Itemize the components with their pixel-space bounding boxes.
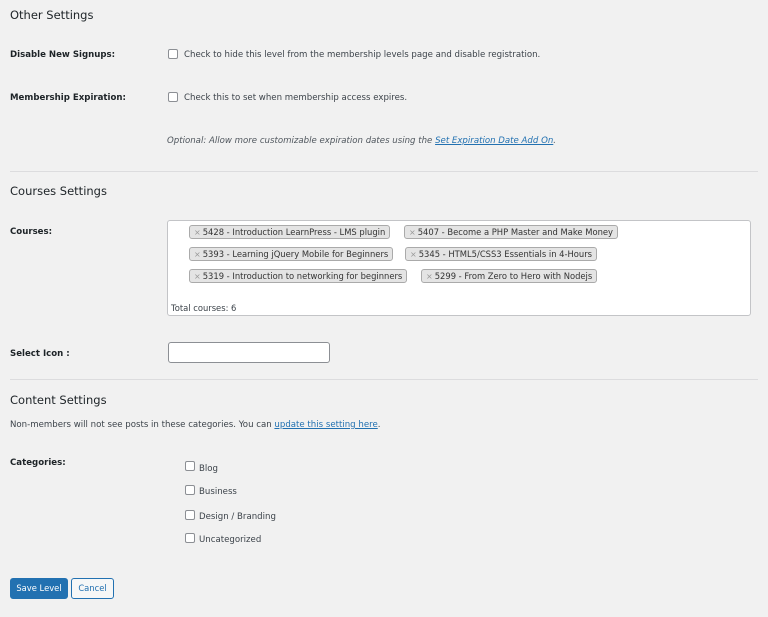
- disable-signups-label: Disable New Signups:: [10, 50, 116, 60]
- save-level-button[interactable]: Save Level: [10, 578, 68, 599]
- course-tag-label: 5393 - Learning jQuery Mobile for Beginn…: [202, 249, 389, 259]
- course-tag-label: 5299 - From Zero to Hero with Nodejs: [434, 271, 593, 281]
- select-icon-input[interactable]: [168, 342, 330, 363]
- category-checkbox-uncategorized[interactable]: [185, 533, 195, 543]
- category-checkbox-business[interactable]: [185, 485, 195, 495]
- courses-settings-heading: Courses Settings: [10, 184, 107, 198]
- membership-expiration-label: Membership Expiration:: [10, 93, 126, 103]
- optional-note-suffix: .: [553, 136, 557, 146]
- course-tag[interactable]: × 5299 - From Zero to Hero with Nodejs: [421, 269, 598, 283]
- membership-expiration-description: Check this to set when membership access…: [184, 93, 408, 103]
- course-tag-label: 5428 - Introduction LearnPress - LMS plu…: [202, 227, 386, 237]
- remove-tag-icon[interactable]: ×: [194, 250, 201, 259]
- category-label-uncategorized: Uncategorized: [199, 535, 262, 545]
- disable-signups-checkbox[interactable]: [168, 49, 178, 59]
- category-checkbox-design-branding[interactable]: [185, 510, 195, 520]
- course-tag[interactable]: × 5393 - Learning jQuery Mobile for Begin…: [189, 247, 394, 261]
- course-tag[interactable]: × 5319 - Introduction to networking for b…: [189, 269, 408, 283]
- total-courses: Total courses: 6: [171, 303, 237, 313]
- category-label-blog: Blog: [199, 464, 218, 474]
- category-label-design-branding: Design / Branding: [199, 512, 276, 522]
- set-expiration-addon-link[interactable]: Set Expiration Date Add On: [435, 136, 553, 146]
- categories-label: Categories:: [10, 458, 66, 468]
- cancel-button[interactable]: Cancel: [71, 578, 114, 599]
- category-checkbox-blog[interactable]: [185, 461, 195, 471]
- content-settings-note: Non-members will not see posts in these …: [10, 420, 380, 430]
- category-label-business: Business: [199, 487, 237, 497]
- membership-expiration-checkbox[interactable]: [168, 92, 178, 102]
- remove-tag-icon[interactable]: ×: [426, 272, 433, 281]
- optional-note-prefix: Optional: Allow more customizable expira…: [167, 136, 436, 146]
- course-tag-label: 5345 - HTML5/CSS3 Essentials in 4-Hours: [418, 249, 593, 259]
- remove-tag-icon[interactable]: ×: [410, 250, 417, 259]
- section-divider: [10, 171, 758, 172]
- remove-tag-icon[interactable]: ×: [409, 228, 416, 237]
- remove-tag-icon[interactable]: ×: [194, 228, 201, 237]
- course-tag[interactable]: × 5428 - Introduction LearnPress - LMS pl…: [189, 225, 391, 239]
- remove-tag-icon[interactable]: ×: [194, 272, 201, 281]
- content-settings-heading: Content Settings: [10, 393, 107, 407]
- course-tag-label: 5407 - Become a PHP Master and Make Mone…: [417, 227, 613, 237]
- other-settings-heading: Other Settings: [10, 8, 94, 22]
- course-tag[interactable]: × 5345 - HTML5/CSS3 Essentials in 4-Hours: [405, 247, 598, 261]
- update-setting-link[interactable]: update this setting here: [274, 420, 377, 430]
- courses-label: Courses:: [10, 227, 53, 237]
- note-suffix: .: [377, 420, 381, 430]
- section-divider: [10, 379, 758, 380]
- note-prefix: Non-members will not see posts in these …: [10, 420, 275, 430]
- disable-signups-description: Check to hide this level from the member…: [184, 50, 541, 60]
- course-tag-label: 5319 - Introduction to networking for be…: [202, 271, 403, 281]
- select-icon-label: Select Icon :: [10, 349, 70, 359]
- course-tag[interactable]: × 5407 - Become a PHP Master and Make Mon…: [404, 225, 618, 239]
- expiration-optional-note: Optional: Allow more customizable expira…: [167, 136, 556, 146]
- courses-multiselect[interactable]: × 5428 - Introduction LearnPress - LMS pl…: [167, 220, 751, 316]
